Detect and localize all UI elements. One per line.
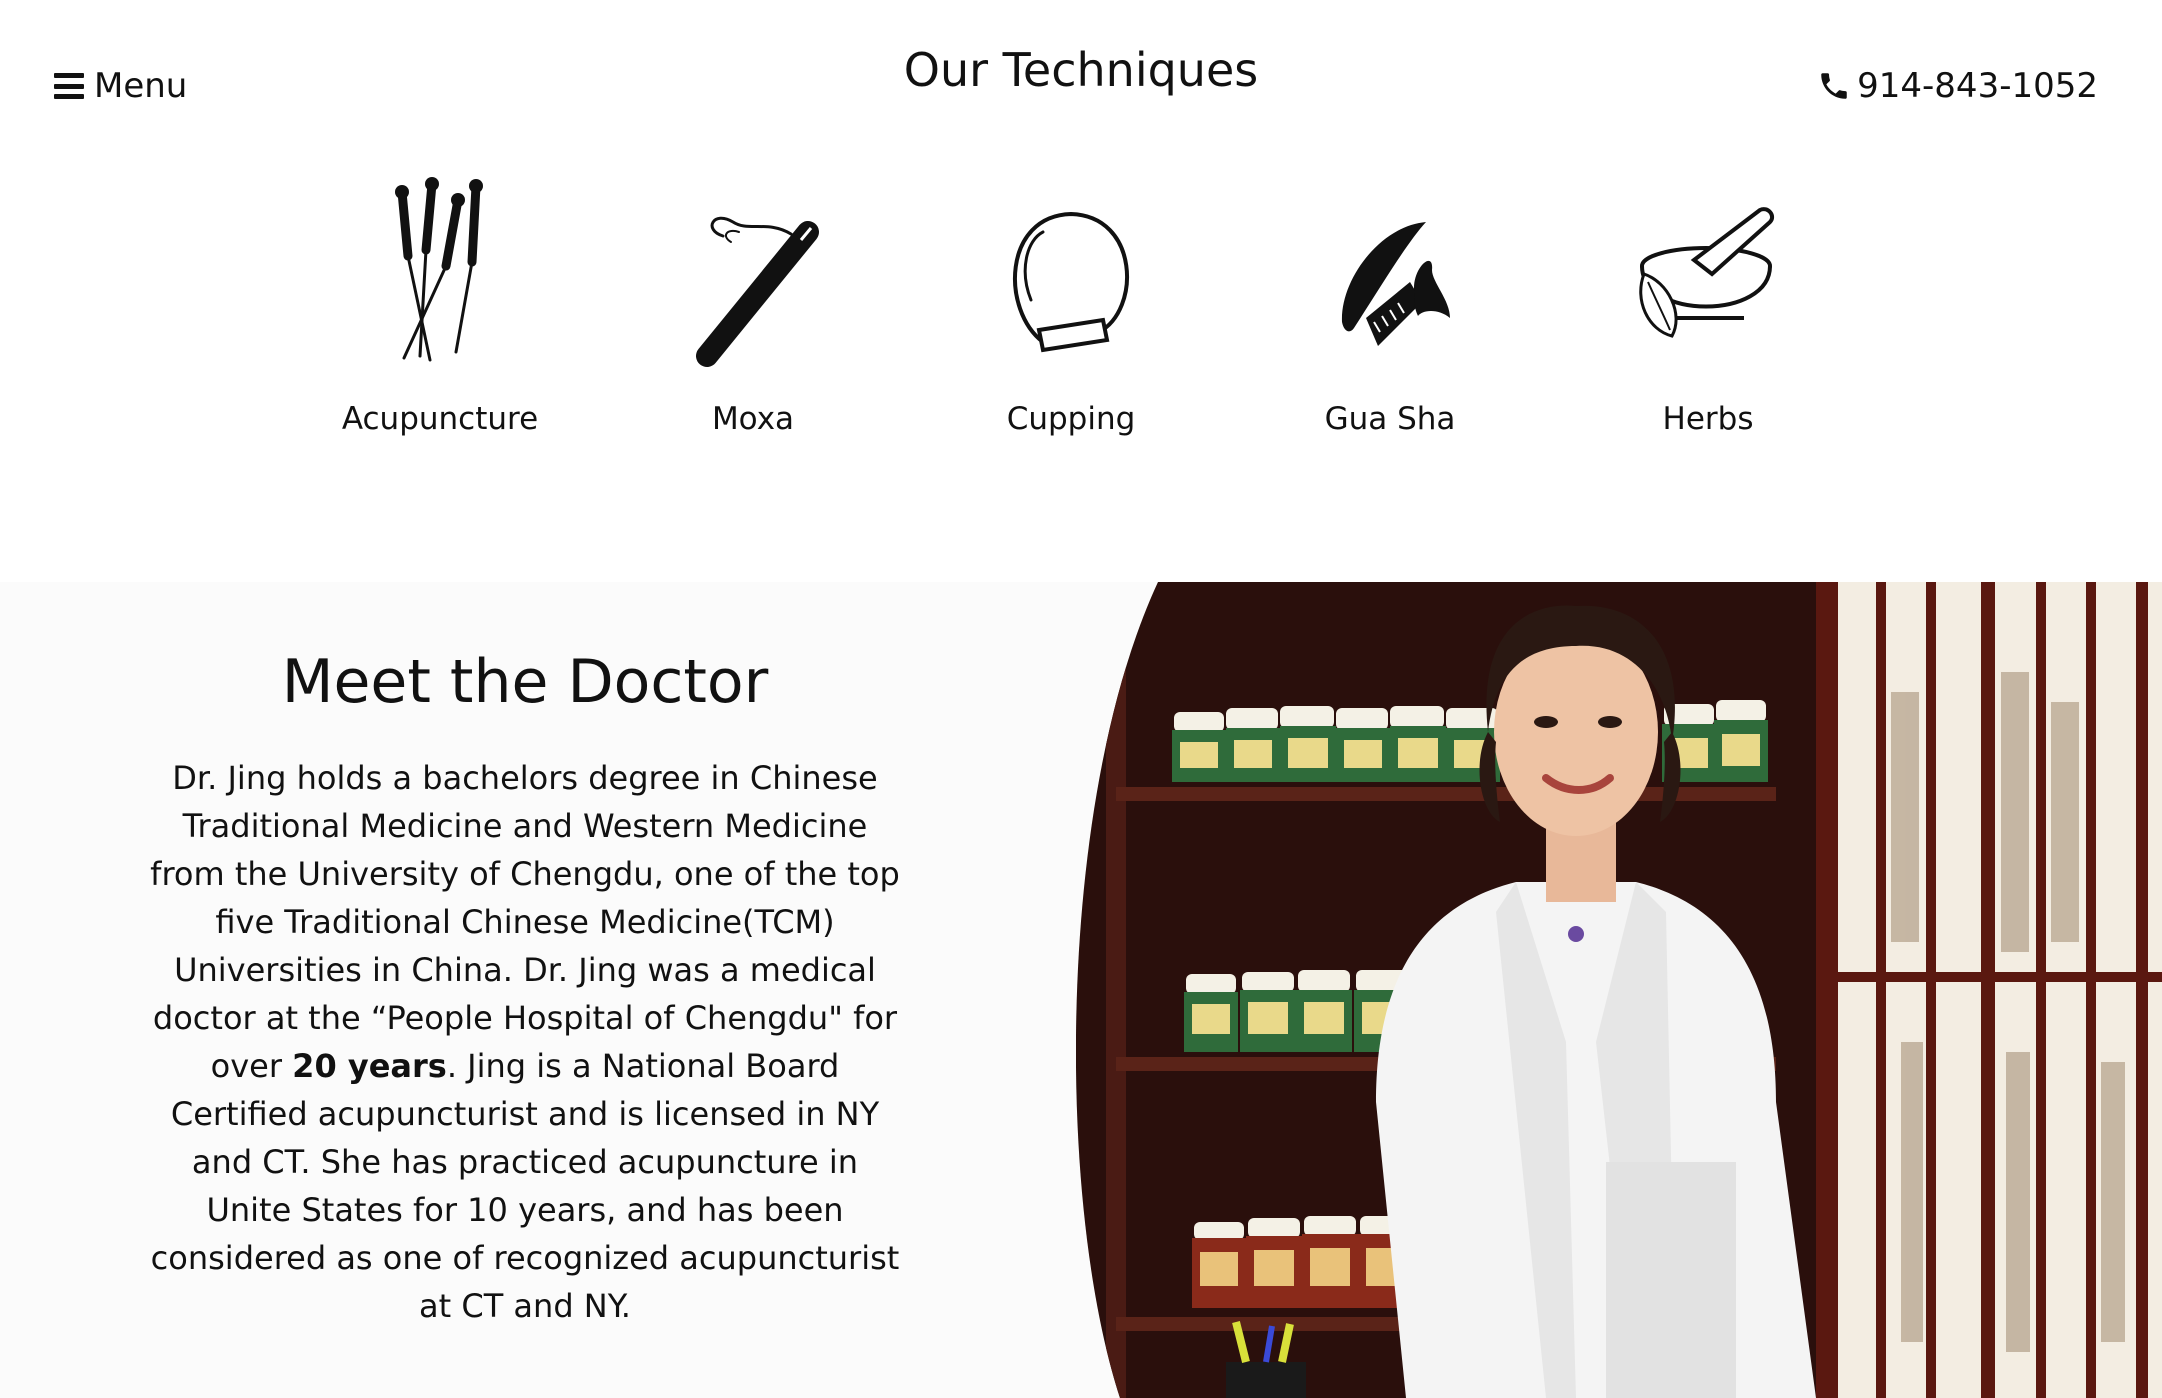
technique-herbs[interactable]: Herbs — [1578, 170, 1838, 438]
technique-label: Herbs — [1662, 401, 1754, 437]
technique-gua-sha[interactable]: Gua Sha — [1260, 170, 1520, 438]
mortar-pestle-icon — [1639, 207, 1775, 338]
moxa-stick-icon — [696, 216, 819, 367]
doctor-bio-text-end: . Jing is a National Board Certified acu… — [150, 1047, 900, 1325]
phone-icon — [1821, 73, 1847, 99]
acupuncture-needles-icon — [395, 177, 483, 362]
cupping-glass-icon — [1013, 211, 1129, 353]
phone-link[interactable]: 914-843-1052 — [1817, 64, 2098, 108]
technique-acupuncture[interactable]: Acupuncture — [310, 170, 570, 438]
meet-the-doctor-section: Meet the Doctor Dr. Jing holds a bachelo… — [0, 582, 2162, 1398]
doctor-photo — [1076, 582, 2162, 1398]
techniques-row: Acupuncture Moxa Cupping Gua Sha Herbs — [0, 170, 2162, 460]
gua-sha-tools-icon — [1341, 222, 1450, 346]
phone-number: 914-843-1052 — [1857, 66, 2098, 106]
technique-label: Cupping — [1006, 401, 1136, 437]
doctor-text-block: Meet the Doctor Dr. Jing holds a bachelo… — [150, 642, 900, 1330]
technique-label: Moxa — [711, 401, 795, 437]
technique-cupping[interactable]: Cupping — [941, 170, 1201, 438]
doctor-heading: Meet the Doctor — [281, 647, 769, 717]
doctor-bio-text: Dr. Jing holds a bachelors degree in Chi… — [150, 759, 900, 1085]
technique-label: Acupuncture — [341, 401, 539, 437]
technique-label: Gua Sha — [1324, 401, 1456, 437]
technique-moxa[interactable]: Moxa — [623, 170, 883, 438]
doctor-bio-highlight: 20 years — [292, 1047, 447, 1085]
doctor-bio: Dr. Jing holds a bachelors degree in Chi… — [150, 754, 900, 1330]
